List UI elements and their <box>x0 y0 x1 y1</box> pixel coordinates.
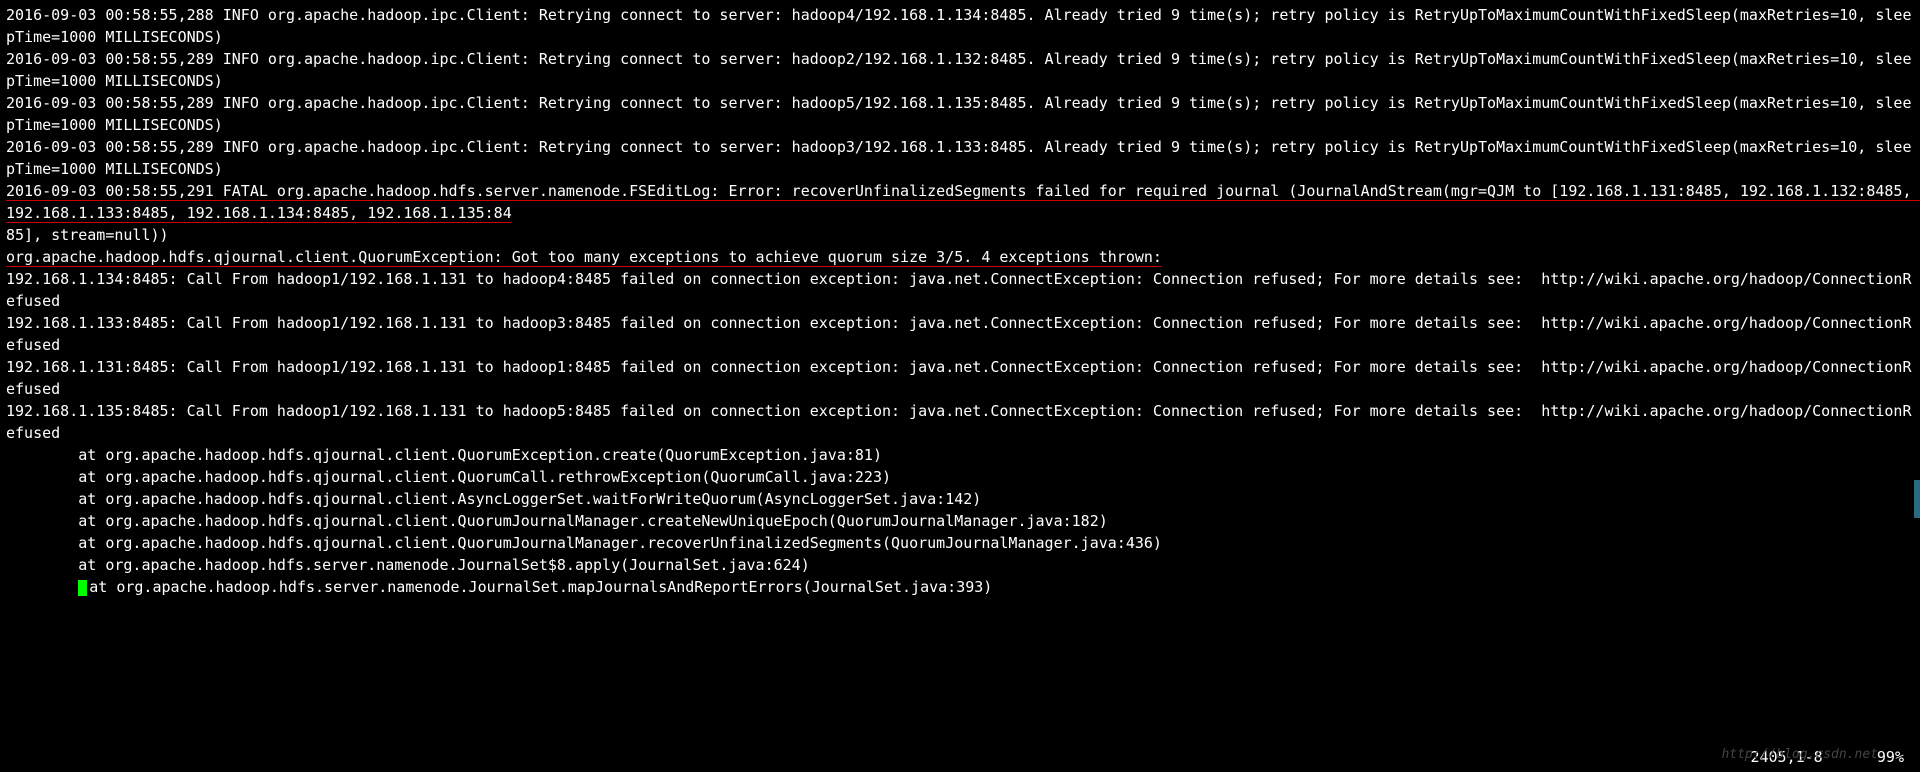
scrollbar-thumb[interactable] <box>1914 480 1920 518</box>
stack-trace-line: at org.apache.hadoop.hdfs.qjournal.clien… <box>6 490 981 508</box>
vim-scroll-percent: 99% <box>1877 748 1904 766</box>
stack-trace-line: at org.apache.hadoop.hdfs.qjournal.clien… <box>6 512 1108 530</box>
vim-status-bar: 2405,1-8 99% <box>1750 746 1904 768</box>
stack-trace-line: at org.apache.hadoop.hdfs.server.namenod… <box>89 578 992 596</box>
log-connect-exception: 192.168.1.135:8485: Call From hadoop1/19… <box>6 402 1912 442</box>
log-info-line: 2016-09-03 00:58:55,289 INFO org.apache.… <box>6 50 1912 90</box>
log-connect-exception: 192.168.1.133:8485: Call From hadoop1/19… <box>6 314 1912 354</box>
stack-trace-line: at org.apache.hadoop.hdfs.qjournal.clien… <box>6 468 891 486</box>
stack-trace-pad <box>6 578 78 596</box>
log-fatal-line: 2016-09-03 00:58:55,291 FATAL org.apache… <box>6 182 1920 223</box>
log-info-line: 2016-09-03 00:58:55,289 INFO org.apache.… <box>6 94 1912 134</box>
stack-trace-line: at org.apache.hadoop.hdfs.qjournal.clien… <box>6 446 882 464</box>
log-info-line: 2016-09-03 00:58:55,289 INFO org.apache.… <box>6 138 1912 178</box>
terminal-output[interactable]: 2016-09-03 00:58:55,288 INFO org.apache.… <box>0 0 1920 598</box>
terminal-cursor-icon <box>78 580 87 596</box>
log-connect-exception: 192.168.1.134:8485: Call From hadoop1/19… <box>6 270 1912 310</box>
log-fatal-line-tail: 85], stream=null)) <box>6 226 169 244</box>
log-connect-exception: 192.168.1.131:8485: Call From hadoop1/19… <box>6 358 1912 398</box>
stack-trace-line: at org.apache.hadoop.hdfs.server.namenod… <box>6 556 810 574</box>
stack-trace-line: at org.apache.hadoop.hdfs.qjournal.clien… <box>6 534 1162 552</box>
log-quorum-exception: org.apache.hadoop.hdfs.qjournal.client.Q… <box>6 248 1162 267</box>
log-info-line: 2016-09-03 00:58:55,288 INFO org.apache.… <box>6 6 1912 46</box>
vim-cursor-position: 2405,1-8 <box>1750 748 1822 766</box>
